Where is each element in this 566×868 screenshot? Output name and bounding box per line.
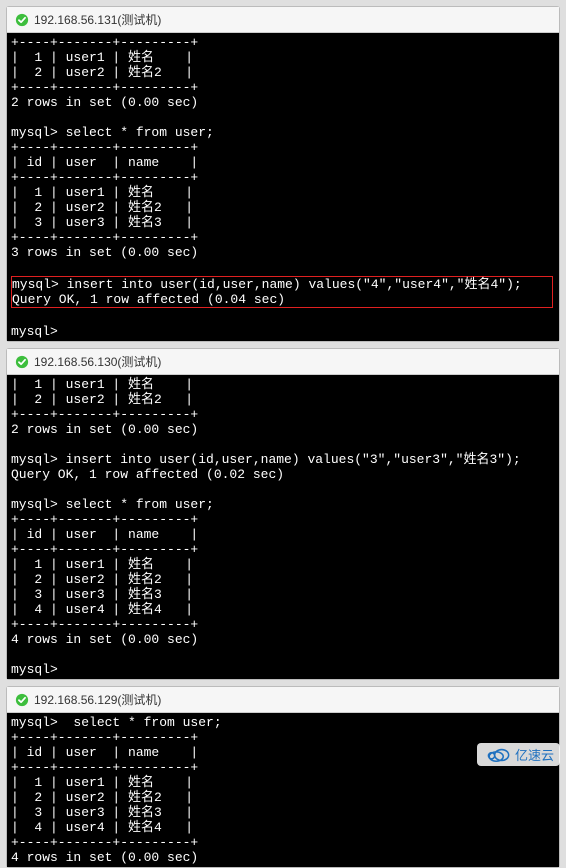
panel-header: 192.168.56.131(测试机): [7, 7, 559, 33]
terminal-line: +----+-------+---------+: [11, 407, 555, 422]
terminal-line: Query OK, 1 row affected (0.04 sec): [12, 292, 552, 307]
terminal-line: mysql> insert into user(id,user,name) va…: [11, 452, 555, 467]
terminal-line: | 3 | user3 | 姓名3 |: [11, 805, 555, 820]
terminal-line: +----+-------+---------+: [11, 35, 555, 50]
terminal-line: | 1 | user1 | 姓名 |: [11, 50, 555, 65]
terminal-line: 2 rows in set (0.00 sec): [11, 95, 555, 110]
highlighted-block: mysql> insert into user(id,user,name) va…: [11, 276, 553, 308]
terminal-line: | 2 | user2 | 姓名2 |: [11, 65, 555, 80]
terminal-line: [11, 110, 555, 125]
terminal-line: [11, 309, 555, 324]
terminal-line: | 3 | user3 | 姓名3 |: [11, 215, 555, 230]
terminal-line: +----+-------+---------+: [11, 542, 555, 557]
terminal-line: | id | user | name |: [11, 745, 555, 760]
terminal-line: | 1 | user1 | 姓名 |: [11, 557, 555, 572]
terminal-line: +----+-------+---------+: [11, 835, 555, 850]
terminal-line: +----+-------+---------+: [11, 760, 555, 775]
terminal-line: +----+-------+---------+: [11, 730, 555, 745]
terminal-line: | 4 | user4 | 姓名4 |: [11, 602, 555, 617]
cloud-logo-icon: [483, 746, 511, 764]
terminal-line: mysql>: [11, 324, 555, 339]
terminal-line: 3 rows in set (0.00 sec): [11, 245, 555, 260]
terminal-line: +----+-------+---------+: [11, 230, 555, 245]
terminal-line: [11, 647, 555, 662]
watermark-text: 亿速云: [515, 745, 554, 764]
terminal-output[interactable]: +----+-------+---------+| 1 | user1 | 姓名…: [7, 33, 559, 341]
terminal-line: mysql> select * from user;: [11, 125, 555, 140]
check-icon: [15, 693, 29, 707]
terminal-line: Query OK, 1 row affected (0.02 sec): [11, 467, 555, 482]
host-label: 192.168.56.130(测试机): [34, 353, 161, 370]
watermark: 亿速云: [477, 743, 560, 766]
check-icon: [15, 355, 29, 369]
terminal-line: [11, 260, 555, 275]
terminal-line: | 1 | user1 | 姓名 |: [11, 775, 555, 790]
terminal-line: +----+-------+---------+: [11, 617, 555, 632]
terminal-line: +----+-------+---------+: [11, 170, 555, 185]
terminal-line: | 3 | user3 | 姓名3 |: [11, 587, 555, 602]
terminal-line: mysql> insert into user(id,user,name) va…: [12, 277, 552, 292]
terminal-line: | 2 | user2 | 姓名2 |: [11, 200, 555, 215]
terminal-line: [11, 482, 555, 497]
terminal-line: | 2 | user2 | 姓名2 |: [11, 790, 555, 805]
terminal-panel: 192.168.56.129(测试机) mysql> select * from…: [6, 686, 560, 868]
terminal-line: 2 rows in set (0.00 sec): [11, 422, 555, 437]
panel-header: 192.168.56.130(测试机): [7, 349, 559, 375]
terminal-line: +----+-------+---------+: [11, 80, 555, 95]
panel-header: 192.168.56.129(测试机): [7, 687, 559, 713]
terminal-line: +----+-------+---------+: [11, 140, 555, 155]
terminal-line: | 2 | user2 | 姓名2 |: [11, 392, 555, 407]
terminal-line: 4 rows in set (0.00 sec): [11, 850, 555, 865]
terminal-line: | 2 | user2 | 姓名2 |: [11, 572, 555, 587]
terminal-panel: 192.168.56.130(测试机) | 1 | user1 | 姓名 || …: [6, 348, 560, 680]
terminal-line: | 4 | user4 | 姓名4 |: [11, 820, 555, 835]
terminal-line: | 1 | user1 | 姓名 |: [11, 185, 555, 200]
terminal-line: | id | user | name |: [11, 155, 555, 170]
host-label: 192.168.56.129(测试机): [34, 691, 161, 708]
host-label: 192.168.56.131(测试机): [34, 11, 161, 28]
terminal-line: mysql> select * from user;: [11, 497, 555, 512]
terminal-line: | 1 | user1 | 姓名 |: [11, 377, 555, 392]
terminal-line: | id | user | name |: [11, 527, 555, 542]
terminal-line: mysql> select * from user;: [11, 715, 555, 730]
terminal-line: mysql>: [11, 662, 555, 677]
terminal-output[interactable]: mysql> select * from user;+----+-------+…: [7, 713, 559, 867]
terminal-line: 4 rows in set (0.00 sec): [11, 632, 555, 647]
terminal-panel: 192.168.56.131(测试机) +----+-------+------…: [6, 6, 560, 342]
check-icon: [15, 13, 29, 27]
terminal-output[interactable]: | 1 | user1 | 姓名 || 2 | user2 | 姓名2 |+--…: [7, 375, 559, 679]
terminal-line: [11, 437, 555, 452]
terminal-line: +----+-------+---------+: [11, 512, 555, 527]
